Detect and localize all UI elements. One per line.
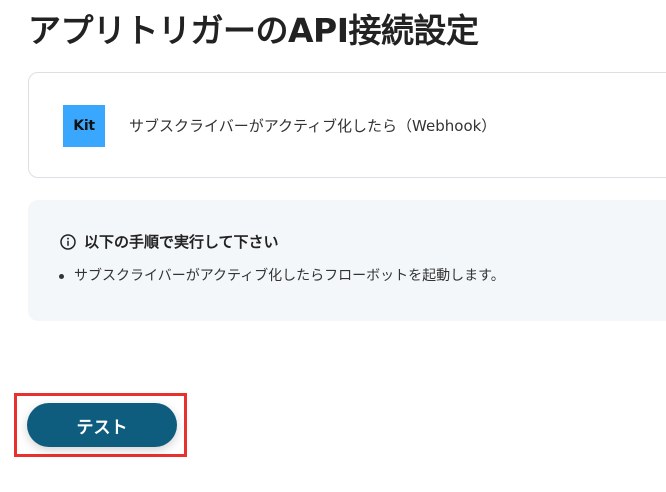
kit-logo-icon: Kit: [63, 105, 105, 147]
step-text: サブスクライバーがアクティブ化したらフローボットを起動します。: [74, 268, 505, 284]
app-trigger-card[interactable]: Kit サブスクライバーがアクティブ化したら（Webhook）: [28, 72, 666, 178]
page-title: アプリトリガーのAPI接続設定: [28, 11, 479, 50]
instructions-heading-text: 以下の手順で実行して下さい: [84, 233, 279, 251]
page: アプリトリガーのAPI接続設定 Kit サブスクライバーがアクティブ化したら（W…: [0, 0, 666, 492]
instructions-list: サブスクライバーがアクティブ化したらフローボットを起動します。: [56, 265, 505, 287]
app-logo-text: Kit: [73, 118, 95, 134]
instructions-box: 以下の手順で実行して下さい サブスクライバーがアクティブ化したらフローボットを起…: [28, 200, 666, 321]
list-item: サブスクライバーがアクティブ化したらフローボットを起動します。: [56, 265, 505, 287]
test-button[interactable]: テスト: [27, 403, 177, 447]
bullet-icon: [59, 274, 64, 279]
trigger-label: サブスクライバーがアクティブ化したら（Webhook）: [129, 117, 497, 135]
info-circle-icon: [60, 234, 76, 250]
instructions-heading: 以下の手順で実行して下さい: [60, 232, 279, 252]
